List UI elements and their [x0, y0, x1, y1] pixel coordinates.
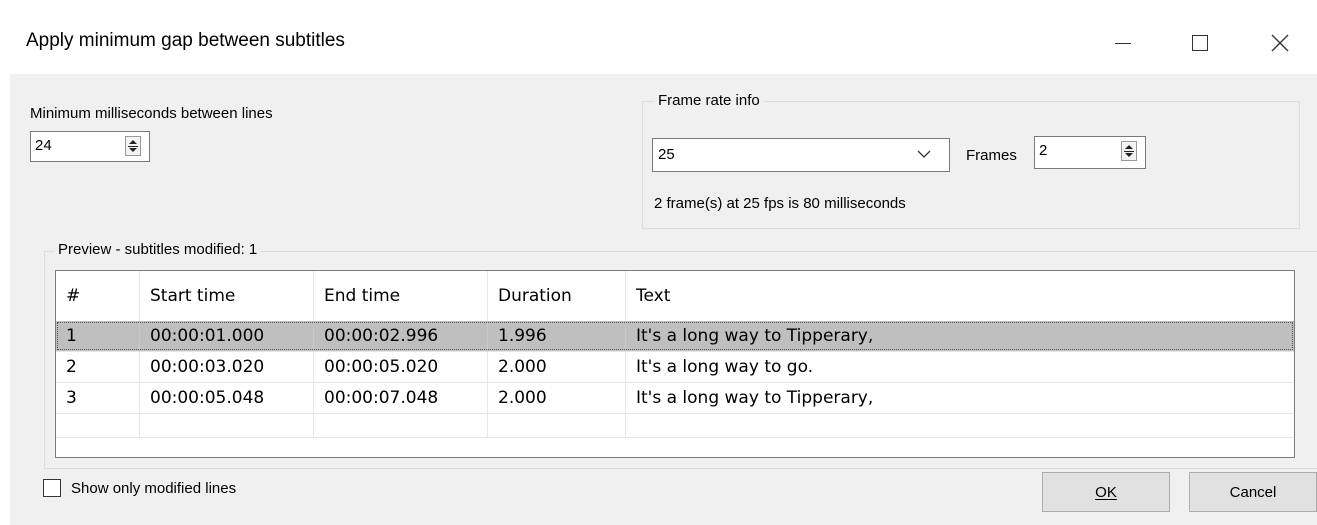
- minimize-icon: [1115, 42, 1131, 44]
- ok-button[interactable]: OK: [1042, 472, 1170, 512]
- cancel-button-label: Cancel: [1229, 483, 1277, 501]
- subtitle-grid[interactable]: # Start time End time Duration Text 1 00…: [55, 270, 1295, 458]
- table-row-empty: [56, 414, 1294, 438]
- min-gap-spin-arrows[interactable]: [125, 136, 141, 156]
- preview-group-label: Preview - subtitles modified: 1: [54, 241, 262, 258]
- fps-value: 25: [658, 146, 675, 163]
- cell-text: It's a long way to Tipperary,: [626, 321, 1294, 352]
- maximize-icon: [1192, 35, 1208, 51]
- spin-down-icon: [129, 148, 137, 152]
- cell-number: 1: [56, 321, 140, 352]
- frames-spinner[interactable]: 2: [1034, 136, 1146, 169]
- chevron-down-icon: [917, 150, 931, 158]
- cell-text: It's a long way to go.: [626, 352, 1294, 383]
- fps-dropdown[interactable]: 25: [652, 138, 950, 172]
- cell-end-time: 00:00:05.020: [314, 352, 488, 383]
- grid-header: # Start time End time Duration Text: [56, 271, 1294, 321]
- frames-spin-arrows[interactable]: [1121, 141, 1137, 161]
- title-bar[interactable]: Apply minimum gap between subtitles: [10, 8, 1317, 74]
- cell-end-time: 00:00:02.996: [314, 321, 488, 352]
- cell-empty: [314, 414, 488, 438]
- ok-button-label: OK: [1095, 483, 1117, 501]
- spin-down-icon: [1125, 153, 1133, 157]
- close-button[interactable]: [1250, 14, 1310, 72]
- min-gap-label: Minimum milliseconds between lines: [30, 105, 273, 122]
- frames-label: Frames: [966, 147, 1017, 164]
- cell-start-time: 00:00:05.048: [140, 383, 314, 414]
- min-gap-value[interactable]: 24: [35, 137, 52, 154]
- cell-empty: [488, 414, 626, 438]
- dialog-window: Apply minimum gap between subtitles Mini…: [10, 8, 1317, 525]
- cell-empty: [140, 414, 314, 438]
- show-only-modified-checkbox[interactable]: [43, 479, 61, 497]
- column-header-number[interactable]: #: [56, 271, 140, 321]
- column-header-duration[interactable]: Duration: [488, 271, 626, 321]
- table-row[interactable]: 1 00:00:01.000 00:00:02.996 1.996 It's a…: [56, 321, 1294, 352]
- cell-number: 2: [56, 352, 140, 383]
- table-row[interactable]: 3 00:00:05.048 00:00:07.048 2.000 It's a…: [56, 383, 1294, 414]
- window-title: Apply minimum gap between subtitles: [26, 30, 345, 51]
- spin-up-icon: [129, 140, 137, 144]
- cell-empty: [56, 414, 140, 438]
- spin-up-icon: [1125, 145, 1133, 149]
- frames-value[interactable]: 2: [1039, 142, 1047, 159]
- column-header-text[interactable]: Text: [626, 271, 1294, 321]
- frame-rate-group-label: Frame rate info: [654, 92, 764, 109]
- column-header-end-time[interactable]: End time: [314, 271, 488, 321]
- cell-duration: 1.996: [488, 321, 626, 352]
- show-only-modified-label: Show only modified lines: [71, 480, 237, 497]
- cell-text: It's a long way to Tipperary,: [626, 383, 1294, 414]
- cancel-button[interactable]: Cancel: [1189, 472, 1317, 512]
- close-icon: [1271, 34, 1289, 52]
- column-header-start-time[interactable]: Start time: [140, 271, 314, 321]
- frame-info-text: 2 frame(s) at 25 fps is 80 milliseconds: [654, 195, 906, 212]
- cell-empty: [626, 414, 1294, 438]
- min-gap-spinner[interactable]: 24: [30, 131, 150, 162]
- cell-number: 3: [56, 383, 140, 414]
- cell-start-time: 00:00:01.000: [140, 321, 314, 352]
- cell-duration: 2.000: [488, 383, 626, 414]
- cell-start-time: 00:00:03.020: [140, 352, 314, 383]
- table-row[interactable]: 2 00:00:03.020 00:00:05.020 2.000 It's a…: [56, 352, 1294, 383]
- cell-end-time: 00:00:07.048: [314, 383, 488, 414]
- cell-duration: 2.000: [488, 352, 626, 383]
- maximize-button[interactable]: [1170, 14, 1230, 72]
- minimize-button[interactable]: [1093, 14, 1153, 72]
